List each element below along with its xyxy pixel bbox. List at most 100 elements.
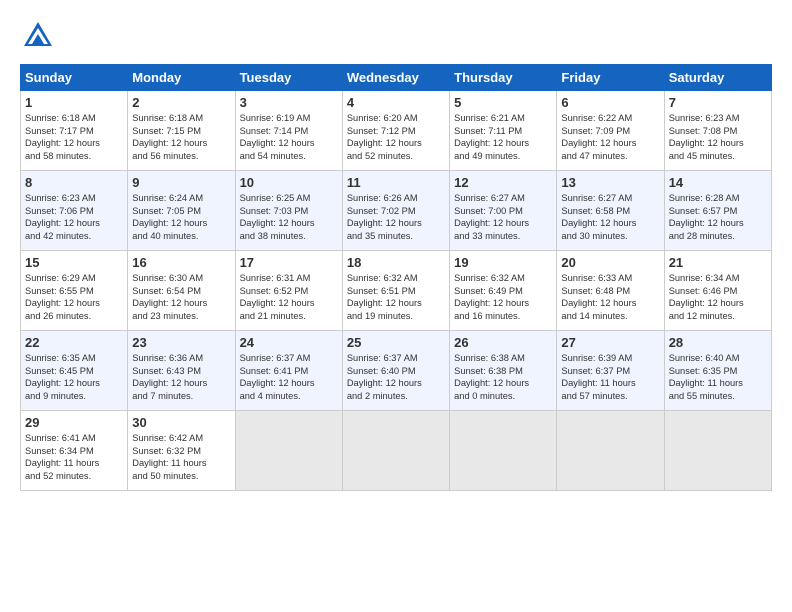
day-info: Sunrise: 6:31 AMSunset: 6:52 PMDaylight:…	[240, 273, 315, 321]
calendar-day-cell: 15 Sunrise: 6:29 AMSunset: 6:55 PMDaylig…	[21, 251, 128, 331]
calendar-day-cell: 23 Sunrise: 6:36 AMSunset: 6:43 PMDaylig…	[128, 331, 235, 411]
day-number: 16	[132, 255, 230, 270]
day-number: 9	[132, 175, 230, 190]
day-number: 12	[454, 175, 552, 190]
day-number: 15	[25, 255, 123, 270]
calendar-day-cell: 3 Sunrise: 6:19 AMSunset: 7:14 PMDayligh…	[235, 91, 342, 171]
calendar-header-cell: Tuesday	[235, 65, 342, 91]
calendar-header-cell: Thursday	[450, 65, 557, 91]
day-info: Sunrise: 6:40 AMSunset: 6:35 PMDaylight:…	[669, 353, 743, 401]
day-number: 21	[669, 255, 767, 270]
day-number: 22	[25, 335, 123, 350]
day-info: Sunrise: 6:38 AMSunset: 6:38 PMDaylight:…	[454, 353, 529, 401]
calendar-body: 1 Sunrise: 6:18 AMSunset: 7:17 PMDayligh…	[21, 91, 772, 491]
day-info: Sunrise: 6:34 AMSunset: 6:46 PMDaylight:…	[669, 273, 744, 321]
day-number: 30	[132, 415, 230, 430]
calendar-header-cell: Sunday	[21, 65, 128, 91]
calendar-header-cell: Saturday	[664, 65, 771, 91]
calendar-header-row: SundayMondayTuesdayWednesdayThursdayFrid…	[21, 65, 772, 91]
day-number: 13	[561, 175, 659, 190]
day-info: Sunrise: 6:23 AMSunset: 7:08 PMDaylight:…	[669, 113, 744, 161]
calendar-week-row: 15 Sunrise: 6:29 AMSunset: 6:55 PMDaylig…	[21, 251, 772, 331]
calendar-day-cell: 14 Sunrise: 6:28 AMSunset: 6:57 PMDaylig…	[664, 171, 771, 251]
day-info: Sunrise: 6:41 AMSunset: 6:34 PMDaylight:…	[25, 433, 99, 481]
day-info: Sunrise: 6:32 AMSunset: 6:51 PMDaylight:…	[347, 273, 422, 321]
calendar-week-row: 8 Sunrise: 6:23 AMSunset: 7:06 PMDayligh…	[21, 171, 772, 251]
day-number: 6	[561, 95, 659, 110]
day-number: 25	[347, 335, 445, 350]
day-info: Sunrise: 6:37 AMSunset: 6:40 PMDaylight:…	[347, 353, 422, 401]
calendar-day-cell: 13 Sunrise: 6:27 AMSunset: 6:58 PMDaylig…	[557, 171, 664, 251]
day-number: 5	[454, 95, 552, 110]
calendar-day-cell: 27 Sunrise: 6:39 AMSunset: 6:37 PMDaylig…	[557, 331, 664, 411]
page-header	[20, 18, 772, 54]
day-info: Sunrise: 6:25 AMSunset: 7:03 PMDaylight:…	[240, 193, 315, 241]
day-info: Sunrise: 6:18 AMSunset: 7:17 PMDaylight:…	[25, 113, 100, 161]
day-number: 7	[669, 95, 767, 110]
calendar-day-cell: 26 Sunrise: 6:38 AMSunset: 6:38 PMDaylig…	[450, 331, 557, 411]
day-number: 3	[240, 95, 338, 110]
day-number: 1	[25, 95, 123, 110]
calendar-day-cell: 18 Sunrise: 6:32 AMSunset: 6:51 PMDaylig…	[342, 251, 449, 331]
day-info: Sunrise: 6:23 AMSunset: 7:06 PMDaylight:…	[25, 193, 100, 241]
calendar-day-cell: 1 Sunrise: 6:18 AMSunset: 7:17 PMDayligh…	[21, 91, 128, 171]
calendar-week-row: 1 Sunrise: 6:18 AMSunset: 7:17 PMDayligh…	[21, 91, 772, 171]
day-info: Sunrise: 6:36 AMSunset: 6:43 PMDaylight:…	[132, 353, 207, 401]
day-info: Sunrise: 6:26 AMSunset: 7:02 PMDaylight:…	[347, 193, 422, 241]
calendar-table: SundayMondayTuesdayWednesdayThursdayFrid…	[20, 64, 772, 491]
day-number: 14	[669, 175, 767, 190]
calendar-day-cell: 28 Sunrise: 6:40 AMSunset: 6:35 PMDaylig…	[664, 331, 771, 411]
day-info: Sunrise: 6:42 AMSunset: 6:32 PMDaylight:…	[132, 433, 206, 481]
calendar-day-cell: 11 Sunrise: 6:26 AMSunset: 7:02 PMDaylig…	[342, 171, 449, 251]
day-number: 18	[347, 255, 445, 270]
day-number: 8	[25, 175, 123, 190]
calendar-day-cell: 6 Sunrise: 6:22 AMSunset: 7:09 PMDayligh…	[557, 91, 664, 171]
day-info: Sunrise: 6:20 AMSunset: 7:12 PMDaylight:…	[347, 113, 422, 161]
day-number: 2	[132, 95, 230, 110]
calendar-day-cell: 10 Sunrise: 6:25 AMSunset: 7:03 PMDaylig…	[235, 171, 342, 251]
calendar-header-cell: Friday	[557, 65, 664, 91]
day-info: Sunrise: 6:27 AMSunset: 7:00 PMDaylight:…	[454, 193, 529, 241]
day-info: Sunrise: 6:28 AMSunset: 6:57 PMDaylight:…	[669, 193, 744, 241]
day-number: 28	[669, 335, 767, 350]
day-number: 4	[347, 95, 445, 110]
calendar-day-cell: 9 Sunrise: 6:24 AMSunset: 7:05 PMDayligh…	[128, 171, 235, 251]
calendar-day-cell: 7 Sunrise: 6:23 AMSunset: 7:08 PMDayligh…	[664, 91, 771, 171]
calendar-day-cell: 21 Sunrise: 6:34 AMSunset: 6:46 PMDaylig…	[664, 251, 771, 331]
calendar-day-cell	[342, 411, 449, 491]
calendar-day-cell: 12 Sunrise: 6:27 AMSunset: 7:00 PMDaylig…	[450, 171, 557, 251]
calendar-day-cell: 5 Sunrise: 6:21 AMSunset: 7:11 PMDayligh…	[450, 91, 557, 171]
calendar-week-row: 22 Sunrise: 6:35 AMSunset: 6:45 PMDaylig…	[21, 331, 772, 411]
day-info: Sunrise: 6:29 AMSunset: 6:55 PMDaylight:…	[25, 273, 100, 321]
calendar-day-cell: 2 Sunrise: 6:18 AMSunset: 7:15 PMDayligh…	[128, 91, 235, 171]
day-number: 11	[347, 175, 445, 190]
calendar-day-cell: 30 Sunrise: 6:42 AMSunset: 6:32 PMDaylig…	[128, 411, 235, 491]
logo	[20, 18, 60, 54]
day-number: 27	[561, 335, 659, 350]
calendar-week-row: 29 Sunrise: 6:41 AMSunset: 6:34 PMDaylig…	[21, 411, 772, 491]
day-number: 29	[25, 415, 123, 430]
day-number: 10	[240, 175, 338, 190]
day-info: Sunrise: 6:37 AMSunset: 6:41 PMDaylight:…	[240, 353, 315, 401]
day-info: Sunrise: 6:22 AMSunset: 7:09 PMDaylight:…	[561, 113, 636, 161]
day-info: Sunrise: 6:19 AMSunset: 7:14 PMDaylight:…	[240, 113, 315, 161]
calendar-day-cell	[557, 411, 664, 491]
calendar-day-cell	[450, 411, 557, 491]
calendar-day-cell	[235, 411, 342, 491]
day-number: 26	[454, 335, 552, 350]
day-number: 19	[454, 255, 552, 270]
day-info: Sunrise: 6:35 AMSunset: 6:45 PMDaylight:…	[25, 353, 100, 401]
calendar-day-cell: 4 Sunrise: 6:20 AMSunset: 7:12 PMDayligh…	[342, 91, 449, 171]
calendar-day-cell: 29 Sunrise: 6:41 AMSunset: 6:34 PMDaylig…	[21, 411, 128, 491]
day-number: 23	[132, 335, 230, 350]
calendar-day-cell: 16 Sunrise: 6:30 AMSunset: 6:54 PMDaylig…	[128, 251, 235, 331]
calendar-day-cell: 25 Sunrise: 6:37 AMSunset: 6:40 PMDaylig…	[342, 331, 449, 411]
calendar-day-cell: 24 Sunrise: 6:37 AMSunset: 6:41 PMDaylig…	[235, 331, 342, 411]
calendar-header-cell: Wednesday	[342, 65, 449, 91]
day-number: 17	[240, 255, 338, 270]
logo-icon	[20, 18, 56, 54]
calendar-day-cell: 19 Sunrise: 6:32 AMSunset: 6:49 PMDaylig…	[450, 251, 557, 331]
day-info: Sunrise: 6:33 AMSunset: 6:48 PMDaylight:…	[561, 273, 636, 321]
calendar-day-cell: 8 Sunrise: 6:23 AMSunset: 7:06 PMDayligh…	[21, 171, 128, 251]
calendar-day-cell: 22 Sunrise: 6:35 AMSunset: 6:45 PMDaylig…	[21, 331, 128, 411]
